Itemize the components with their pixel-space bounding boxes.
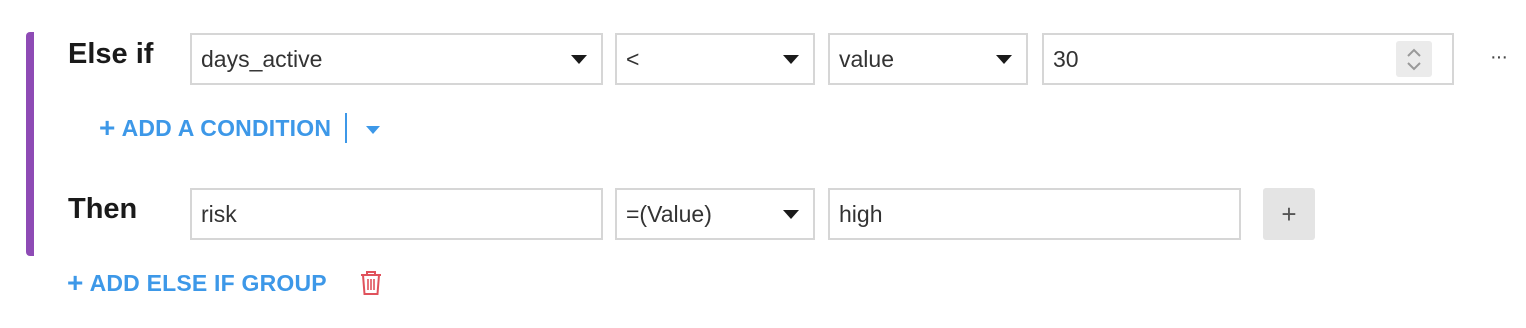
trash-icon[interactable] — [359, 270, 383, 301]
add-condition-button[interactable]: + ADD A CONDITION — [99, 114, 331, 142]
then-column-value: risk — [201, 200, 237, 227]
more-options-icon[interactable]: ··· — [1490, 46, 1508, 69]
then-column-input[interactable]: risk — [190, 188, 603, 240]
condition-value-type-value: value — [839, 45, 894, 72]
condition-value-text: 30 — [1053, 45, 1079, 72]
chevron-down-icon — [571, 55, 587, 64]
condition-column-value: days_active — [201, 45, 323, 72]
condition-value-type-select[interactable]: value — [828, 33, 1028, 85]
plus-icon: + — [99, 112, 116, 143]
plus-icon: + — [67, 267, 84, 298]
then-operator-select[interactable]: =(Value) — [615, 188, 815, 240]
then-value-text: high — [839, 200, 883, 227]
then-value-input[interactable]: high — [828, 188, 1241, 240]
add-then-action-button[interactable]: + — [1263, 188, 1315, 240]
condition-operator-value: < — [626, 45, 640, 72]
spinner-icon[interactable] — [1396, 41, 1432, 77]
add-else-if-group-label: ADD ELSE IF GROUP — [89, 269, 327, 296]
condition-column-select[interactable]: days_active — [190, 33, 603, 85]
condition-operator-select[interactable]: < — [615, 33, 815, 85]
chevron-down-icon — [783, 55, 799, 64]
add-else-if-group-button[interactable]: + ADD ELSE IF GROUP — [67, 269, 327, 297]
chevron-down-icon — [783, 210, 799, 219]
else-if-label: Else if — [68, 38, 154, 70]
add-condition-divider — [345, 113, 347, 143]
then-label: Then — [68, 193, 138, 225]
add-condition-label: ADD A CONDITION — [121, 114, 332, 141]
chevron-down-icon — [996, 55, 1012, 64]
chevron-down-icon[interactable] — [366, 126, 380, 134]
then-operator-value: =(Value) — [626, 200, 712, 227]
else-if-group-bar — [26, 32, 34, 256]
condition-value-input[interactable]: 30 — [1042, 33, 1454, 85]
